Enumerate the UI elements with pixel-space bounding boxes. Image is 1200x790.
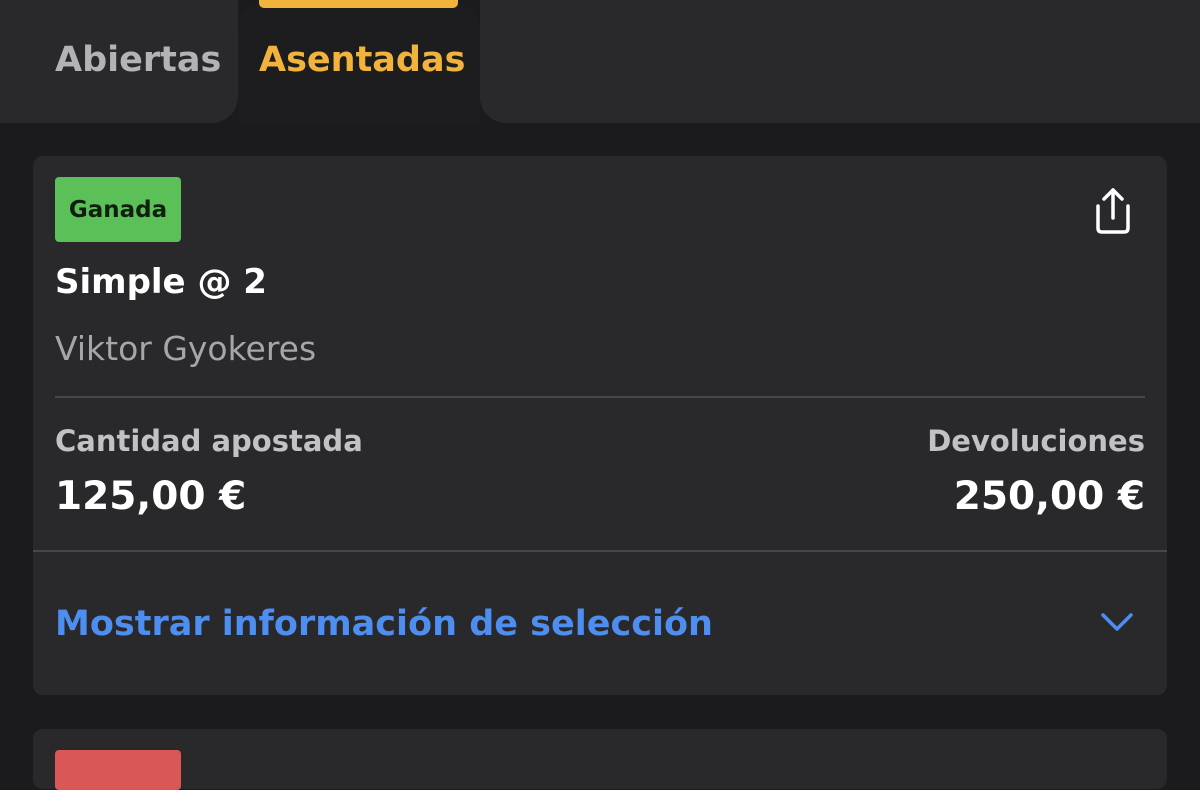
chevron-down-icon [1101, 613, 1133, 631]
show-selection-info-label: Mostrar información de selección [55, 604, 713, 644]
stake-value: 125,00 € [55, 474, 247, 519]
bet-card [33, 729, 1167, 790]
status-badge: Ganada [55, 177, 181, 242]
returns-value: 250,00 € [953, 474, 1145, 519]
show-selection-info-button[interactable]: Mostrar información de selección [33, 552, 1167, 695]
returns-label: Devoluciones [927, 424, 1145, 458]
bet-title: Simple @ 2 [55, 262, 267, 302]
tab-abiertas[interactable]: Abiertas [55, 40, 221, 80]
tab-background-right [480, 0, 1200, 123]
stake-label: Cantidad apostada [55, 424, 363, 458]
tab-active-indicator [259, 0, 458, 8]
status-badge [55, 750, 181, 790]
share-button[interactable] [1085, 186, 1141, 238]
tab-asentadas[interactable]: Asentadas [259, 40, 465, 80]
share-icon [1096, 188, 1130, 234]
divider [55, 396, 1145, 398]
selection-name: Viktor Gyokeres [55, 329, 317, 368]
bet-card: Ganada Simple @ 2 Viktor Gyokeres Cantid… [33, 156, 1167, 695]
tab-bar: Abiertas Asentadas [0, 0, 1200, 123]
